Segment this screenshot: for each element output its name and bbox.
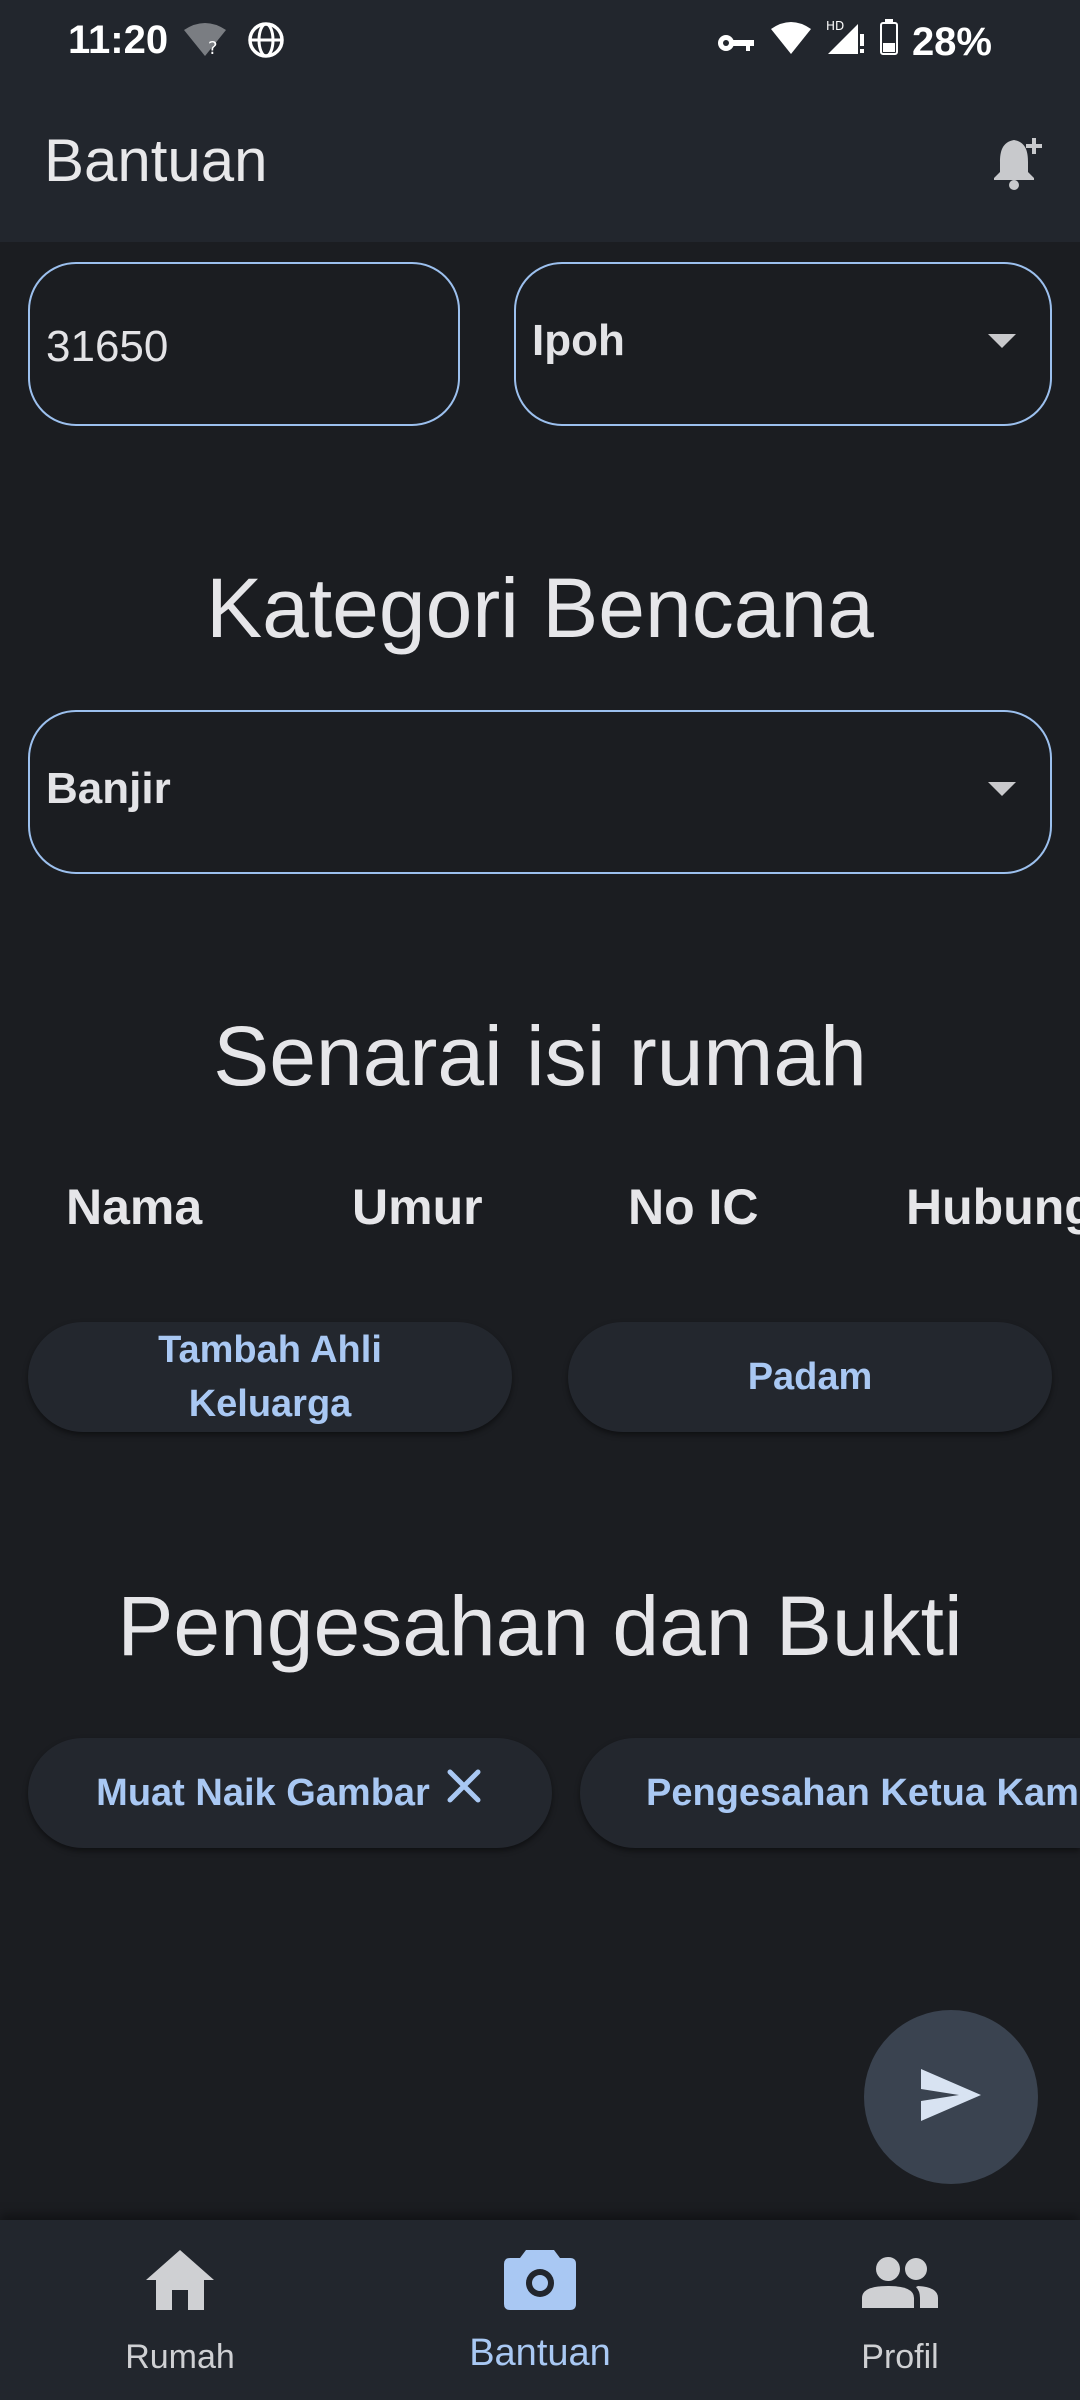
wifi-icon — [770, 20, 812, 65]
battery-percent: 28% — [911, 19, 992, 64]
status-time: 11:20 — [68, 18, 169, 62]
people-icon — [860, 2256, 940, 2313]
add-family-member-button[interactable]: Tambah Ahli Keluarga — [28, 1322, 512, 1432]
add-family-member-label-line2: Keluarga — [188, 1383, 352, 1425]
wifi-unknown-icon: ? — [182, 22, 228, 68]
city-selected: Ipoh — [532, 316, 625, 365]
postcode-value: 31650 — [46, 322, 169, 371]
dropdown-arrow-icon — [988, 334, 1016, 348]
status-bar: 11:20 ? HD 28% — [0, 0, 1080, 82]
disaster-dropdown[interactable]: Banjir — [28, 710, 1052, 874]
signal-icon: HD — [826, 18, 866, 66]
household-section-title: Senarai isi rumah — [213, 1009, 867, 1103]
home-icon — [144, 2248, 216, 2317]
app-bar: Bantuan — [0, 82, 1080, 242]
delete-button[interactable]: Padam — [568, 1322, 1052, 1432]
verification-section-title: Pengesahan dan Bukti — [117, 1579, 963, 1673]
column-header-relation: Hubung — [906, 1179, 1080, 1235]
postcode-field[interactable]: 31650 — [28, 262, 460, 426]
disaster-section-title: Kategori Bencana — [206, 561, 874, 655]
disaster-selected: Banjir — [46, 764, 171, 813]
add-family-member-label-line1: Tambah Ahli — [158, 1329, 382, 1371]
nav-item-bantuan[interactable]: Bantuan — [420, 2220, 660, 2400]
upload-image-label: Muat Naik Gambar — [96, 1772, 430, 1814]
nav-label-profil: Profil — [861, 2338, 939, 2376]
upload-image-button[interactable]: Muat Naik Gambar — [28, 1738, 552, 1848]
submit-fab[interactable] — [864, 2010, 1038, 2184]
nav-item-profil[interactable]: Profil — [780, 2220, 1020, 2400]
camera-icon — [504, 2246, 576, 2315]
city-dropdown[interactable]: Ipoh — [514, 262, 1052, 426]
page-title: Bantuan — [44, 127, 268, 194]
status-right-group: HD 28% — [716, 18, 992, 66]
delete-label: Padam — [747, 1356, 873, 1398]
column-header-age: Umur — [352, 1179, 483, 1235]
svg-text:HD: HD — [826, 19, 844, 33]
dropdown-arrow-icon — [988, 782, 1016, 796]
village-head-verification-label: Pengesahan Ketua Kamp — [646, 1772, 1080, 1814]
close-icon[interactable] — [444, 1766, 484, 1821]
vpn-key-icon — [716, 20, 756, 65]
column-header-ic: No IC — [628, 1179, 759, 1235]
svg-text:?: ? — [208, 38, 218, 58]
nav-label-bantuan: Bantuan — [469, 2332, 611, 2374]
nav-item-rumah[interactable]: Rumah — [60, 2220, 300, 2400]
nav-label-rumah: Rumah — [125, 2338, 235, 2376]
village-head-verification-button[interactable]: Pengesahan Ketua Kamp — [580, 1738, 1080, 1848]
globe-icon — [246, 20, 286, 70]
battery-icon — [879, 19, 898, 65]
send-icon — [919, 2067, 983, 2128]
notification-add-icon[interactable] — [988, 132, 1048, 197]
bottom-navigation: Rumah Bantuan Profil — [0, 2220, 1080, 2400]
column-header-name: Nama — [66, 1179, 203, 1235]
